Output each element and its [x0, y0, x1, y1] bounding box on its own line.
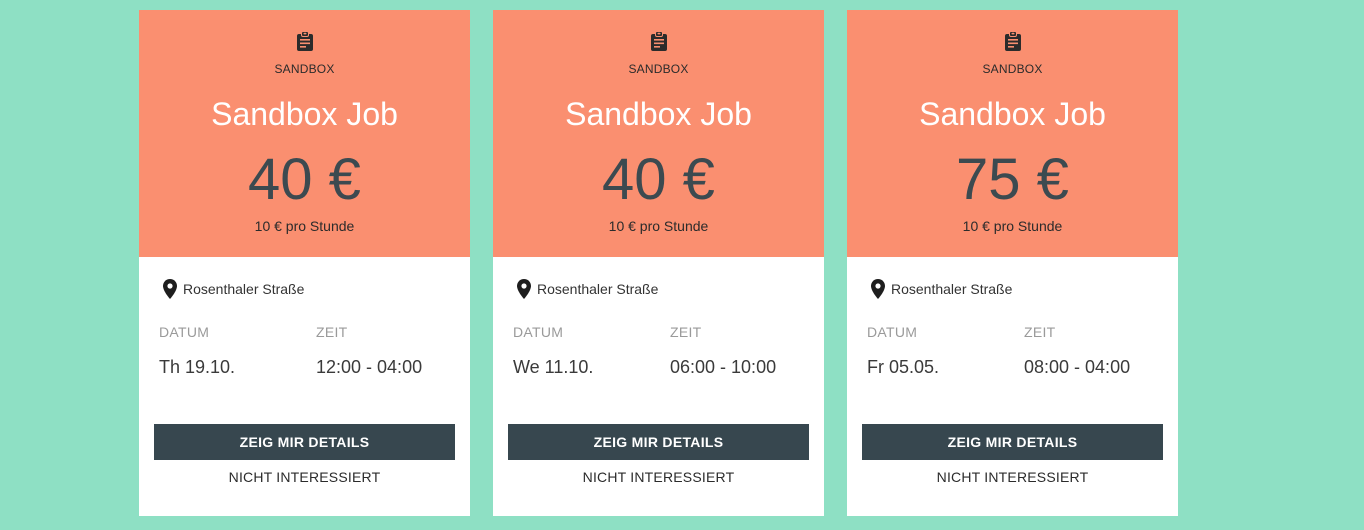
job-card-header: SANDBOX Sandbox Job 40 € 10 € pro Stunde: [493, 10, 824, 257]
time-value: 06:00 - 10:00: [670, 357, 777, 377]
hourly-rate: 10 € pro Stunde: [608, 218, 709, 234]
job-category: SANDBOX: [274, 62, 335, 76]
date-label: DATUM: [159, 324, 210, 340]
job-location: Rosenthaler Straße: [163, 279, 304, 299]
not-interested-link[interactable]: NICHT INTERESSIERT: [139, 469, 470, 485]
map-pin-icon: [163, 279, 177, 299]
job-card: SANDBOX Sandbox Job 75 € 10 € pro Stunde…: [847, 10, 1178, 516]
job-price: 75 €: [956, 147, 1069, 212]
location-text: Rosenthaler Straße: [537, 281, 659, 297]
time-value: 12:00 - 04:00: [316, 357, 423, 377]
show-details-button[interactable]: ZEIG MIR DETAILS: [154, 424, 455, 460]
date-value: Th 19.10.: [159, 357, 236, 377]
date-value: We 11.10.: [513, 357, 594, 377]
hourly-rate: 10 € pro Stunde: [254, 218, 355, 234]
location-text: Rosenthaler Straße: [891, 281, 1013, 297]
job-location: Rosenthaler Straße: [517, 279, 658, 299]
time-label: ZEIT: [1024, 324, 1056, 340]
job-card: SANDBOX Sandbox Job 40 € 10 € pro Stunde…: [139, 10, 470, 516]
clipboard-icon: [1004, 31, 1021, 51]
clipboard-icon: [650, 31, 667, 51]
time-label: ZEIT: [670, 324, 702, 340]
date-value: Fr 05.05.: [867, 357, 940, 377]
show-details-button[interactable]: ZEIG MIR DETAILS: [862, 424, 1163, 460]
job-card: SANDBOX Sandbox Job 40 € 10 € pro Stunde…: [493, 10, 824, 516]
location-text: Rosenthaler Straße: [183, 281, 305, 297]
job-card-body: Rosenthaler Straße DATUM ZEIT Fr 05.05. …: [847, 257, 1178, 516]
hourly-rate: 10 € pro Stunde: [962, 218, 1063, 234]
date-label: DATUM: [513, 324, 564, 340]
map-pin-icon: [871, 279, 885, 299]
job-price: 40 €: [248, 147, 361, 212]
job-price: 40 €: [602, 147, 715, 212]
job-title: Sandbox Job: [565, 96, 752, 132]
not-interested-link[interactable]: NICHT INTERESSIERT: [493, 469, 824, 485]
job-card-body: Rosenthaler Straße DATUM ZEIT We 11.10. …: [493, 257, 824, 516]
time-label: ZEIT: [316, 324, 348, 340]
not-interested-link[interactable]: NICHT INTERESSIERT: [847, 469, 1178, 485]
job-location: Rosenthaler Straße: [871, 279, 1012, 299]
job-category: SANDBOX: [982, 62, 1043, 76]
show-details-button[interactable]: ZEIG MIR DETAILS: [508, 424, 809, 460]
job-title: Sandbox Job: [211, 96, 398, 132]
job-card-list: SANDBOX Sandbox Job 40 € 10 € pro Stunde…: [0, 0, 1364, 530]
map-pin-icon: [517, 279, 531, 299]
job-title: Sandbox Job: [919, 96, 1106, 132]
date-label: DATUM: [867, 324, 918, 340]
job-card-header: SANDBOX Sandbox Job 40 € 10 € pro Stunde: [139, 10, 470, 257]
time-value: 08:00 - 04:00: [1024, 357, 1131, 377]
job-category: SANDBOX: [628, 62, 689, 76]
clipboard-icon: [296, 31, 313, 51]
job-card-body: Rosenthaler Straße DATUM ZEIT Th 19.10. …: [139, 257, 470, 516]
job-card-header: SANDBOX Sandbox Job 75 € 10 € pro Stunde: [847, 10, 1178, 257]
